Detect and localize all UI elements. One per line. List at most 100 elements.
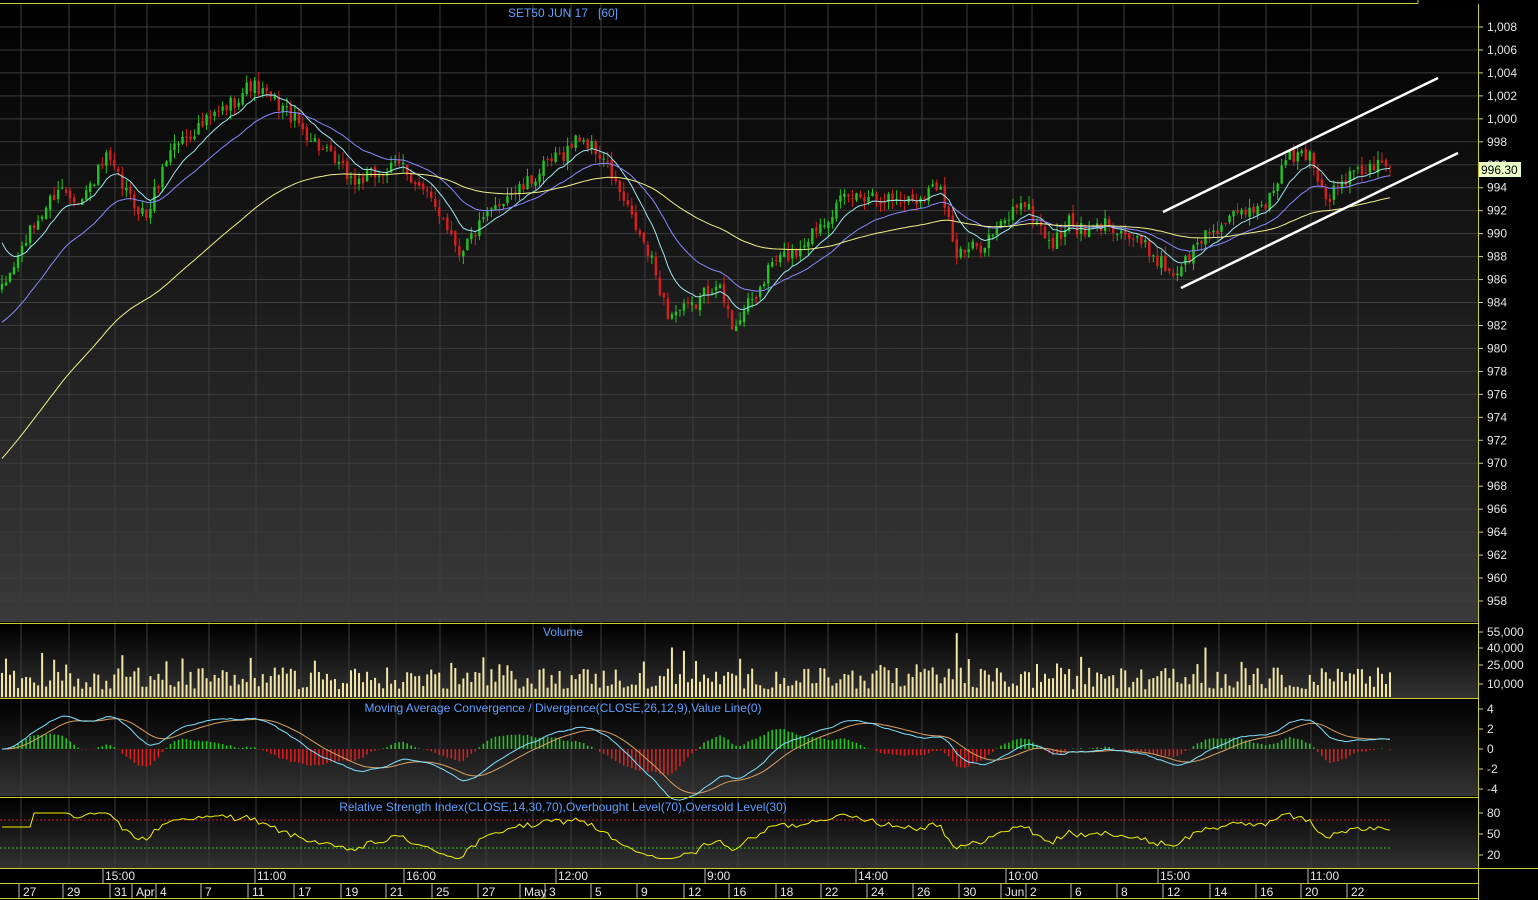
volume-bar: [1192, 674, 1195, 697]
candle-body: [1148, 240, 1151, 257]
volume-bar: [21, 678, 24, 697]
candle-body: [638, 230, 642, 235]
volume-bar: [658, 675, 661, 697]
macd-histogram-bar: [606, 749, 609, 756]
volume-bar: [1019, 674, 1022, 697]
chart-window: 1,0081,0061,0041,0021,000998996994992990…: [0, 0, 1538, 900]
candle-body: [165, 161, 168, 167]
macd-histogram-bar: [197, 740, 200, 749]
macd-histogram-bar: [1276, 742, 1279, 749]
volume-bar: [707, 678, 710, 697]
volume-bar: [610, 684, 613, 697]
candle-body: [237, 102, 240, 107]
macd-histogram-bar: [1308, 743, 1311, 749]
candle-body: [754, 297, 758, 300]
macd-histogram-bar: [574, 740, 577, 749]
macd-histogram-bar: [362, 749, 364, 758]
volume-bar: [205, 678, 208, 697]
price-axis-label: 994: [1487, 181, 1507, 195]
candle: [811, 228, 814, 246]
macd-histogram-bar: [249, 747, 252, 749]
candle-body: [1388, 166, 1392, 168]
macd-histogram-bar: [751, 739, 753, 749]
price-axis-label: 990: [1487, 227, 1507, 241]
volume-bar: [787, 685, 790, 697]
macd-histogram-bar: [1100, 748, 1102, 749]
price-axis-label: 1,006: [1487, 43, 1517, 57]
candle-body: [377, 175, 381, 177]
macd-histogram-bar: [827, 739, 830, 749]
candle-body: [409, 173, 413, 183]
volume-bar: [1304, 688, 1307, 697]
date-axis-label: 25: [436, 885, 450, 899]
price-panel-title: SET50 JUN 17 [60]: [508, 6, 618, 20]
volume-bar: [1072, 689, 1075, 697]
candle-body: [851, 198, 854, 200]
macd-histogram-bar: [209, 741, 212, 749]
volume-bar: [93, 673, 96, 697]
macd-histogram-bar: [302, 749, 304, 764]
volume-bar: [1148, 679, 1151, 697]
macd-axis-label: 4: [1487, 702, 1494, 716]
candle-body: [169, 150, 172, 163]
volume-bar: [1188, 684, 1191, 697]
candle-body: [24, 243, 28, 246]
macd-histogram-bar: [1008, 742, 1010, 749]
date-axis-label: 8: [1121, 885, 1128, 899]
volume-bar: [875, 670, 878, 697]
candle-body: [494, 205, 497, 210]
date-axis-label: 2: [1030, 885, 1037, 899]
macd-histogram-bar: [454, 749, 457, 760]
volume-bar: [57, 671, 60, 697]
candle-body: [1011, 207, 1015, 220]
volume-bar: [899, 686, 902, 697]
volume-bar: [1268, 678, 1271, 697]
candle-body: [293, 112, 297, 121]
macd-histogram-bar: [935, 749, 938, 752]
macd-histogram-bar: [1032, 742, 1034, 749]
volume-bar: [614, 669, 617, 697]
candle-body: [285, 106, 289, 108]
volume-bar: [1312, 681, 1315, 697]
candle-body: [233, 98, 236, 108]
time-axis-label: 9:00: [707, 869, 731, 883]
macd-histogram-bar: [1180, 749, 1183, 755]
volume-bar: [337, 689, 340, 697]
candle-body: [397, 160, 401, 164]
volume-bar: [1300, 688, 1303, 697]
volume-bar: [125, 676, 128, 697]
date-axis-label: 22: [1351, 885, 1365, 899]
volume-bar: [89, 687, 92, 697]
volume-bar: [1292, 686, 1295, 697]
macd-histogram-bar: [1333, 749, 1335, 762]
candle-body: [1304, 148, 1307, 160]
volume-bar: [638, 673, 641, 697]
volume-bar: [281, 667, 284, 697]
macd-histogram-bar: [1144, 749, 1147, 752]
volume-bar: [1288, 685, 1291, 697]
volume-bar: [201, 668, 204, 697]
candle-body: [594, 141, 597, 154]
candle-body: [89, 183, 92, 193]
volume-bar: [979, 668, 982, 697]
macd-histogram-bar: [286, 749, 288, 760]
macd-histogram-bar: [273, 749, 276, 755]
date-axis-label: 17: [298, 885, 312, 899]
macd-histogram-bar: [1092, 748, 1094, 749]
candle-body: [28, 225, 32, 243]
macd-histogram-bar: [470, 749, 473, 754]
date-axis-label: 22: [825, 885, 839, 899]
volume-bar: [506, 665, 509, 697]
candle-body: [44, 207, 48, 220]
macd-histogram-bar: [1160, 749, 1163, 756]
candle-body: [771, 262, 774, 267]
candle-body: [554, 152, 557, 162]
macd-histogram-bar: [45, 734, 47, 749]
candle-body: [1296, 152, 1299, 162]
macd-histogram-bar: [133, 749, 136, 763]
volume-bar: [181, 658, 184, 697]
candle-body: [422, 183, 425, 190]
volume-bar: [1116, 688, 1119, 697]
macd-histogram-bar: [117, 749, 120, 750]
macd-histogram-bar: [61, 735, 63, 749]
